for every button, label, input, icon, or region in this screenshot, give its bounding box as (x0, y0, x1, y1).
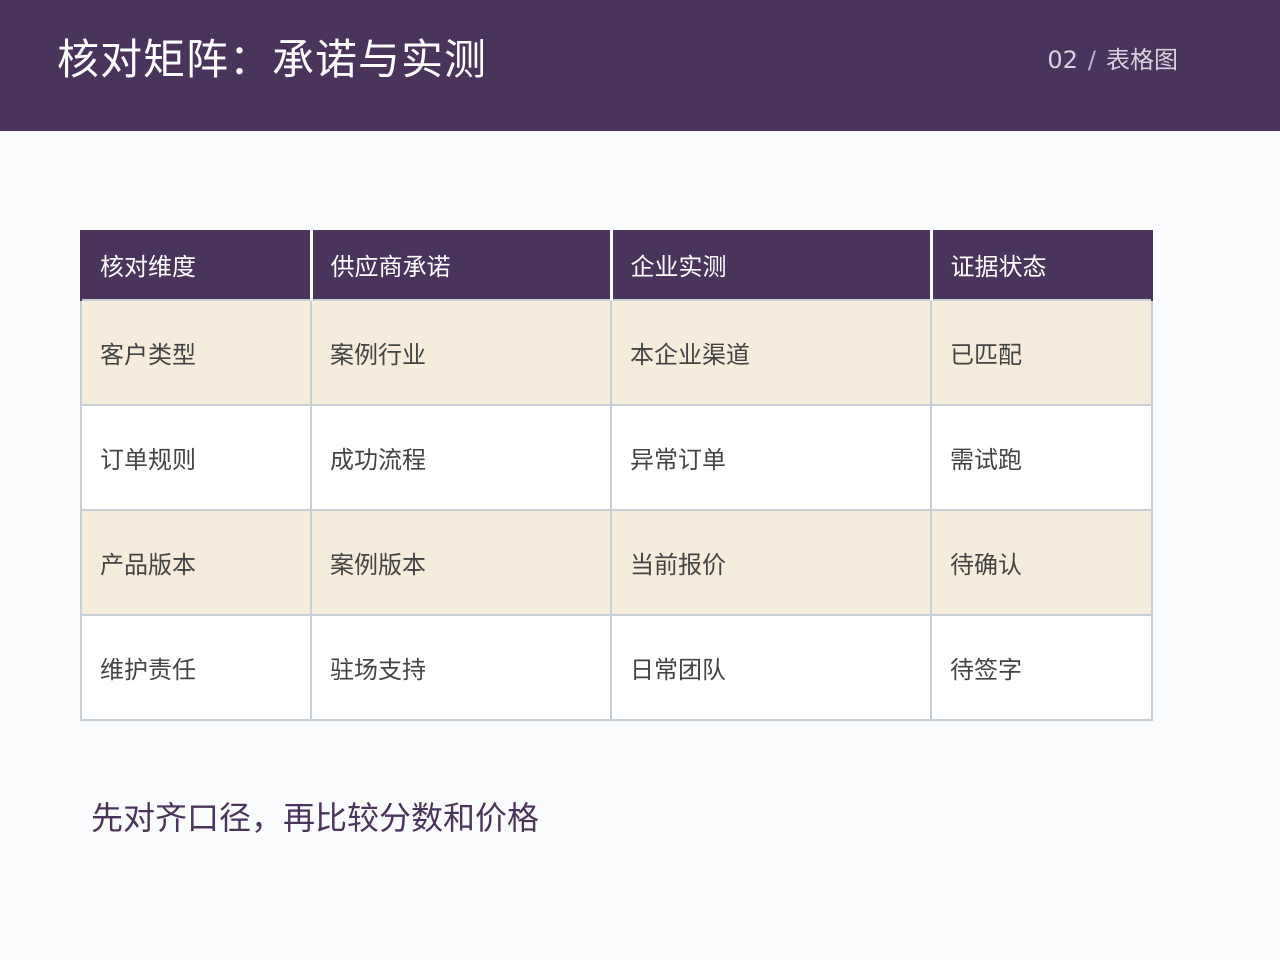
page-title: 核对矩阵：承诺与实测 (57, 35, 488, 84)
column-header: 证据状态 (929, 230, 1153, 300)
footer-note: 先对齐口径，再比较分数和价格 (91, 799, 540, 837)
table-cell: 成功流程 (310, 404, 612, 511)
page-number: 02 (1047, 46, 1078, 74)
table-cell: 客户类型 (80, 299, 312, 406)
table-cell: 已匹配 (930, 299, 1153, 406)
table-cell: 本企业渠道 (610, 299, 932, 406)
verification-matrix-table: 核对维度 供应商承诺 企业实测 证据状态 客户类型 案例行业 本企业渠道 已匹配… (80, 230, 1153, 721)
table-cell: 订单规则 (80, 404, 312, 511)
page-meta: 02 / 表格图 (1047, 44, 1178, 76)
table-row: 订单规则 成功流程 异常订单 需试跑 (80, 404, 1153, 511)
table-cell: 日常团队 (610, 614, 932, 721)
table-row: 维护责任 驻场支持 日常团队 待签字 (80, 614, 1153, 721)
table-cell: 待签字 (930, 614, 1153, 721)
table-header-row: 核对维度 供应商承诺 企业实测 证据状态 (80, 230, 1153, 300)
table-cell: 当前报价 (610, 509, 932, 616)
table-cell: 驻场支持 (310, 614, 612, 721)
table-row: 产品版本 案例版本 当前报价 待确认 (80, 509, 1153, 616)
header-bar: 核对矩阵：承诺与实测 02 / 表格图 (0, 0, 1280, 131)
table-cell: 待确认 (930, 509, 1153, 616)
column-header: 供应商承诺 (309, 230, 613, 300)
section-label: 表格图 (1106, 46, 1178, 74)
table-cell: 异常订单 (610, 404, 932, 511)
table-cell: 需试跑 (930, 404, 1153, 511)
table-cell: 案例行业 (310, 299, 612, 406)
meta-separator: / (1087, 46, 1096, 74)
table-cell: 案例版本 (310, 509, 612, 616)
table-cell: 产品版本 (80, 509, 312, 616)
column-header: 企业实测 (609, 230, 933, 300)
column-header: 核对维度 (80, 230, 313, 300)
table-cell: 维护责任 (80, 614, 312, 721)
table-row: 客户类型 案例行业 本企业渠道 已匹配 (80, 299, 1153, 406)
